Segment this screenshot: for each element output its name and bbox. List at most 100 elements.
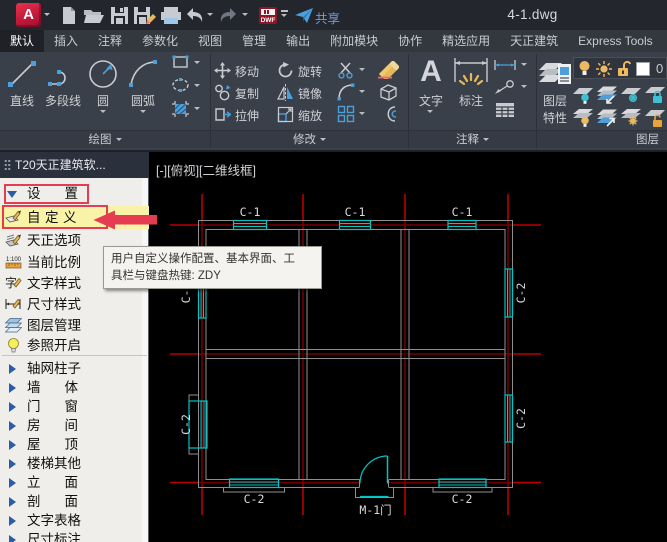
polyline-button[interactable]: 多段线 [41, 92, 85, 109]
move-icon[interactable] [214, 62, 231, 79]
leader-icon[interactable] [494, 80, 516, 94]
line-icon[interactable] [6, 58, 38, 90]
tab-manage[interactable]: 管理 [232, 30, 276, 52]
menu-group-axis-column[interactable]: 轴网柱子 [0, 359, 149, 378]
arc-caret-icon[interactable] [140, 110, 146, 116]
panel-layers-footer[interactable]: 图层 [537, 130, 667, 148]
mirror-icon[interactable] [277, 84, 294, 101]
viewport-controls[interactable]: [-][俯视][二维线框] [156, 160, 256, 179]
tab-featured-apps[interactable]: 精选应用 [432, 30, 500, 52]
table-icon[interactable] [495, 102, 515, 118]
redo-icon[interactable] [218, 6, 239, 25]
rectangle-caret-icon[interactable] [194, 61, 200, 67]
dwf-menu-icon[interactable] [281, 10, 288, 12]
share-icon[interactable] [294, 6, 314, 25]
panel-grip-icon[interactable] [4, 159, 11, 172]
menu-group-section[interactable]: 剖面 [0, 492, 149, 511]
move-button[interactable]: 移动 [235, 63, 267, 80]
menu-group-door-window[interactable]: 门窗 [0, 397, 149, 416]
scale-button[interactable]: 缩放 [298, 107, 330, 124]
app-menu-caret-icon[interactable] [44, 13, 50, 19]
tab-annotate[interactable]: 注释 [88, 30, 132, 52]
tab-insert[interactable]: 插入 [44, 30, 88, 52]
menu-group-stairs-other[interactable]: 楼梯其他 [0, 454, 149, 473]
hatch-icon[interactable] [172, 101, 189, 117]
new-file-icon[interactable] [59, 6, 78, 25]
rotate-button[interactable]: 旋转 [298, 63, 330, 80]
leader-caret-icon[interactable] [521, 85, 527, 91]
array-caret-icon[interactable] [359, 112, 365, 118]
trim-icon[interactable] [337, 61, 355, 79]
plot-icon[interactable] [160, 6, 182, 25]
menu-group-text-table[interactable]: 文字表格 [0, 511, 149, 530]
tab-default[interactable]: 默认 [0, 30, 44, 52]
fillet-caret-icon[interactable] [359, 90, 365, 96]
tab-express-tools[interactable]: Express Tools [568, 30, 662, 52]
hatch-caret-icon[interactable] [194, 107, 200, 113]
layer-freeze-icon[interactable] [620, 85, 642, 104]
linear-dim-caret-icon[interactable] [521, 63, 527, 69]
layer-thaw-icon[interactable] [620, 108, 642, 127]
text-icon[interactable]: A [417, 54, 445, 90]
menu-item-xref-on[interactable]: 参照开启 [0, 336, 149, 355]
rectangle-icon[interactable] [172, 55, 189, 69]
autocad-logo[interactable]: A [16, 3, 41, 27]
ellipse-icon[interactable] [172, 78, 189, 92]
text-caret-icon[interactable] [427, 110, 433, 116]
copy-icon[interactable] [214, 84, 231, 101]
layer-isolate-icon[interactable] [596, 85, 618, 104]
dwf-caret-icon[interactable] [281, 14, 287, 20]
rotate-icon[interactable] [277, 62, 294, 79]
menu-group-roof[interactable]: 屋顶 [0, 435, 149, 454]
explode-icon[interactable] [379, 83, 398, 101]
stretch-icon[interactable] [214, 106, 231, 123]
undo-icon[interactable] [184, 6, 205, 25]
linear-dim-icon[interactable] [494, 59, 516, 71]
panel-modify-footer[interactable]: 修改 [211, 130, 408, 148]
erase-icon[interactable] [377, 61, 399, 79]
menu-group-wall[interactable]: 墙体 [0, 378, 149, 397]
mirror-button[interactable]: 镜像 [298, 85, 330, 102]
ellipse-caret-icon[interactable] [194, 84, 200, 90]
panel-annotate-footer[interactable]: 注释 [409, 130, 536, 148]
tab-parametric[interactable]: 参数化 [132, 30, 188, 52]
copy-button[interactable]: 复制 [235, 85, 267, 102]
layer-properties-button[interactable]: 图层 特性 [537, 92, 573, 126]
fillet-icon[interactable] [337, 83, 355, 101]
trim-caret-icon[interactable] [359, 68, 365, 74]
save-icon[interactable] [110, 6, 129, 25]
scale-icon[interactable] [277, 106, 294, 123]
tab-tianzheng[interactable]: 天正建筑 [500, 30, 568, 52]
layer-unisolate-icon[interactable] [596, 108, 618, 127]
layer-combo[interactable]: 0 [573, 57, 667, 79]
panel-draw-footer[interactable]: 绘图 [0, 130, 210, 148]
circle-icon[interactable] [87, 58, 119, 90]
layer-on-icon[interactable] [572, 108, 594, 127]
layer-off-icon[interactable] [572, 85, 594, 104]
array-icon[interactable] [337, 105, 355, 123]
redo-caret-icon[interactable] [242, 13, 248, 19]
layer-unlock-small-icon[interactable] [644, 108, 666, 127]
tab-output[interactable]: 输出 [276, 30, 320, 52]
polyline-icon[interactable] [47, 58, 79, 90]
layer-properties-icon[interactable] [538, 57, 572, 89]
menu-item-dim-style[interactable]: 尺寸样式 [0, 295, 149, 314]
tab-collaborate[interactable]: 协作 [388, 30, 432, 52]
open-folder-icon[interactable] [83, 6, 105, 25]
menu-group-room[interactable]: 房间 [0, 416, 149, 435]
tab-addins[interactable]: 附加模块 [320, 30, 388, 52]
menu-item-layer-manage[interactable]: 图层管理 [0, 316, 149, 335]
line-button[interactable]: 直线 [2, 92, 42, 109]
layer-lock-icon[interactable] [644, 85, 666, 104]
dwf-icon[interactable]: DWF [258, 6, 278, 25]
dimension-icon[interactable] [453, 56, 489, 88]
save-as-icon[interactable] [133, 6, 157, 25]
menu-group-dimension[interactable]: 尺寸标注 [0, 530, 149, 542]
dimension-button[interactable]: 标注 [453, 92, 489, 109]
arc-icon[interactable] [127, 58, 159, 90]
share-button[interactable]: 共享 [315, 8, 340, 27]
tab-view[interactable]: 视图 [188, 30, 232, 52]
undo-caret-icon[interactable] [207, 13, 213, 19]
arc-button[interactable]: 圆弧 [125, 92, 161, 109]
text-button[interactable]: 文字 [413, 92, 449, 109]
